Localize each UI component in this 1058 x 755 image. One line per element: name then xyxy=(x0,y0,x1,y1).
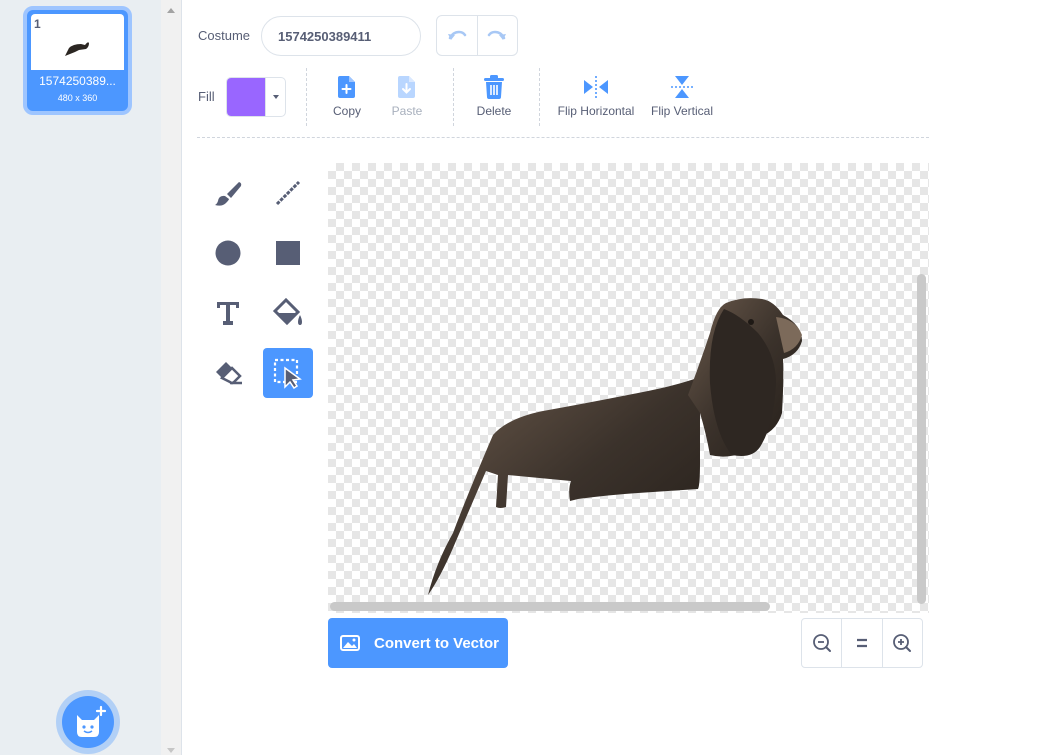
zoom-reset-icon xyxy=(856,638,867,648)
select-tool[interactable] xyxy=(263,348,313,398)
text-tool[interactable] xyxy=(203,288,253,338)
line-tool[interactable] xyxy=(263,168,313,218)
costume-list: 1 1574250389... 480 x 360 xyxy=(0,0,161,755)
zoom-in-icon xyxy=(893,634,912,652)
costume-image xyxy=(428,298,802,595)
flip-horizontal-button[interactable]: Flip Horizontal xyxy=(553,74,639,118)
costume-thumbnail xyxy=(31,14,124,70)
circle-tool[interactable] xyxy=(203,228,253,278)
flip-horizontal-label: Flip Horizontal xyxy=(557,104,635,118)
copy-label: Copy xyxy=(332,104,361,118)
flip-vertical-label: Flip Vertical xyxy=(650,104,714,118)
delete-button[interactable]: Delete xyxy=(472,74,516,118)
eraser-icon xyxy=(216,362,242,385)
undo-redo-group xyxy=(436,15,518,56)
toolbar-separator xyxy=(453,68,454,126)
brush-tool[interactable] xyxy=(203,168,253,218)
redo-button[interactable] xyxy=(478,16,518,55)
zoom-controls xyxy=(801,618,923,668)
zoom-reset-button[interactable] xyxy=(841,619,881,667)
toolbar-separator xyxy=(539,68,540,126)
paint-bucket-icon xyxy=(272,298,302,326)
copy-icon xyxy=(338,76,355,98)
redo-icon xyxy=(488,30,507,40)
circle-icon xyxy=(215,240,241,266)
paint-canvas[interactable] xyxy=(328,163,929,613)
delete-label: Delete xyxy=(476,104,512,118)
select-icon xyxy=(273,358,302,389)
copy-button[interactable]: Copy xyxy=(327,74,367,118)
image-icon xyxy=(340,635,360,651)
zoom-out-button[interactable] xyxy=(802,619,841,667)
costume-thumbnail-image xyxy=(65,42,89,56)
zoom-in-button[interactable] xyxy=(881,619,922,667)
undo-button[interactable] xyxy=(437,16,478,55)
fill-color-picker[interactable] xyxy=(226,77,286,117)
costume-label: Costume xyxy=(198,28,251,43)
convert-to-vector-button[interactable]: Convert to Vector xyxy=(328,618,508,668)
costume-list-scrollbar[interactable] xyxy=(161,0,182,755)
zoom-out-icon xyxy=(812,634,831,652)
text-icon xyxy=(217,302,239,325)
fill-label: Fill xyxy=(198,89,215,104)
flip-vertical-button[interactable]: Flip Vertical xyxy=(646,74,718,118)
undo-icon xyxy=(447,30,466,40)
costume-tile-name: 1574250389... xyxy=(39,74,116,88)
scroll-down-icon[interactable] xyxy=(167,748,175,753)
rectangle-icon xyxy=(276,241,300,265)
eraser-tool[interactable] xyxy=(203,348,253,398)
line-icon xyxy=(275,180,301,206)
scroll-up-icon[interactable] xyxy=(167,8,175,13)
toolbar-separator xyxy=(306,68,307,126)
paste-button[interactable]: Paste xyxy=(387,74,427,118)
trash-icon xyxy=(484,75,504,99)
convert-to-vector-label: Convert to Vector xyxy=(374,634,500,652)
flip-horizontal-icon xyxy=(584,76,608,98)
rectangle-tool[interactable] xyxy=(263,228,313,278)
costume-tile[interactable]: 1 1574250389... 480 x 360 xyxy=(23,6,132,115)
caret-down-icon xyxy=(272,95,279,99)
paste-label: Paste xyxy=(391,104,423,118)
canvas-horizontal-scrollbar[interactable] xyxy=(330,602,770,611)
paste-icon xyxy=(398,76,415,98)
toolbar-divider xyxy=(197,137,929,138)
add-costume-inner xyxy=(62,696,114,748)
costume-name-input[interactable] xyxy=(261,16,421,56)
add-costume-button[interactable] xyxy=(56,690,120,754)
costume-number: 1 xyxy=(34,17,41,31)
fill-tool[interactable] xyxy=(263,288,313,338)
canvas-vertical-scrollbar[interactable] xyxy=(917,274,926,604)
brush-icon xyxy=(215,182,242,206)
fill-swatch[interactable] xyxy=(227,78,266,116)
fill-dropdown[interactable] xyxy=(266,78,285,116)
flip-vertical-icon xyxy=(671,76,693,98)
costume-tile-size: 480 x 360 xyxy=(57,93,98,103)
cat-plus-icon xyxy=(77,705,107,737)
